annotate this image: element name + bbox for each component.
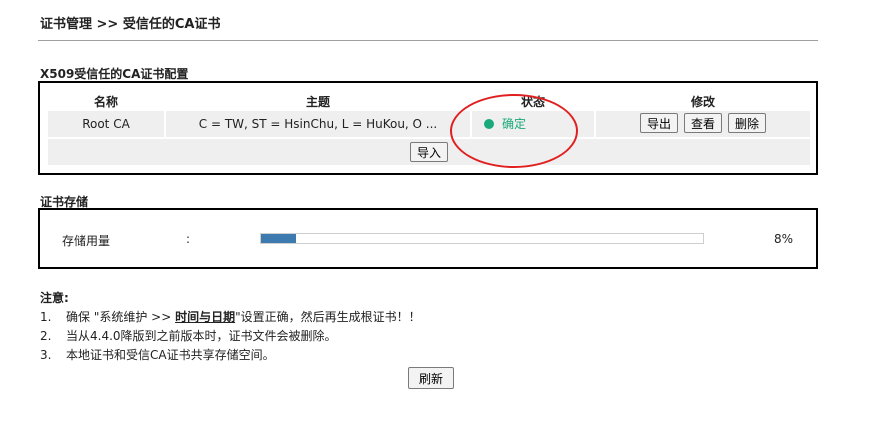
delete-button[interactable]: 删除	[728, 113, 767, 133]
storage-progress-fill	[261, 234, 297, 243]
header-subject: 主题	[305, 95, 330, 109]
import-button[interactable]: 导入	[409, 142, 448, 162]
cert-table: 名称 主题 状态 修改 Root CA C = TW, ST = HsinChu…	[48, 91, 810, 165]
note-text: 当从4.4.0降版到之前版本时，证书文件会被删除。	[66, 329, 337, 343]
notes: 注意: 1. 确保 "系统维护 >> 时间与日期"设置正确，然后再生成根证书！！ …	[40, 289, 421, 365]
note-number: 2.	[40, 329, 52, 343]
header-divider	[38, 40, 818, 41]
note-text: "设置正确，然后再生成根证书！！	[235, 310, 421, 324]
cert-name: Root CA	[82, 117, 130, 131]
refresh-button[interactable]: 刷新	[408, 367, 455, 389]
header-status: 状态	[520, 95, 545, 109]
view-button[interactable]: 查看	[683, 113, 722, 133]
note-text: 本地证书和受信CA证书共享存储空间。	[66, 348, 275, 362]
cert-status: 确定	[472, 111, 594, 137]
table-row: Root CA C = TW, ST = HsinChu, L = HuKou,…	[48, 111, 810, 137]
storage-usage-percent: 8%	[774, 232, 794, 246]
cert-actions: 导出 查看 删除	[596, 111, 810, 137]
notes-title: 注意:	[40, 291, 69, 305]
status-ok-icon	[484, 118, 494, 129]
storage-colon: :	[186, 232, 191, 246]
cert-section-title: X509受信任的CA证书配置	[40, 67, 189, 81]
storage-panel: 存储用量 : 8%	[38, 208, 818, 269]
note-item: 1. 确保 "系统维护 >> 时间与日期"设置正确，然后再生成根证书！！	[40, 308, 421, 327]
cert-table-header: 名称 主题 状态 修改	[48, 91, 810, 111]
storage-usage-label: 存储用量	[62, 234, 111, 248]
note-item: 2. 当从4.4.0降版到之前版本时，证书文件会被删除。	[40, 327, 421, 346]
note-number: 1.	[40, 310, 52, 324]
header-name: 名称	[93, 95, 118, 109]
import-row: 导入	[48, 139, 810, 165]
breadcrumb: 证书管理 >> 受信任的CA证书	[40, 17, 221, 32]
cert-config-panel: 名称 主题 状态 修改 Root CA C = TW, ST = HsinChu…	[38, 81, 818, 175]
note-item: 3. 本地证书和受信CA证书共享存储空间。	[40, 346, 421, 365]
storage-progress-bar	[260, 233, 704, 244]
cert-subject: C = TW, ST = HsinChu, L = HuKou, O ...	[198, 117, 438, 131]
time-date-link[interactable]: 时间与日期	[175, 310, 235, 324]
export-button[interactable]: 导出	[639, 113, 678, 133]
cert-status-text: 确定	[502, 117, 527, 131]
note-text: 确保 "系统维护 >>	[66, 310, 176, 324]
header-modify: 修改	[690, 95, 715, 109]
note-number: 3.	[40, 348, 52, 362]
